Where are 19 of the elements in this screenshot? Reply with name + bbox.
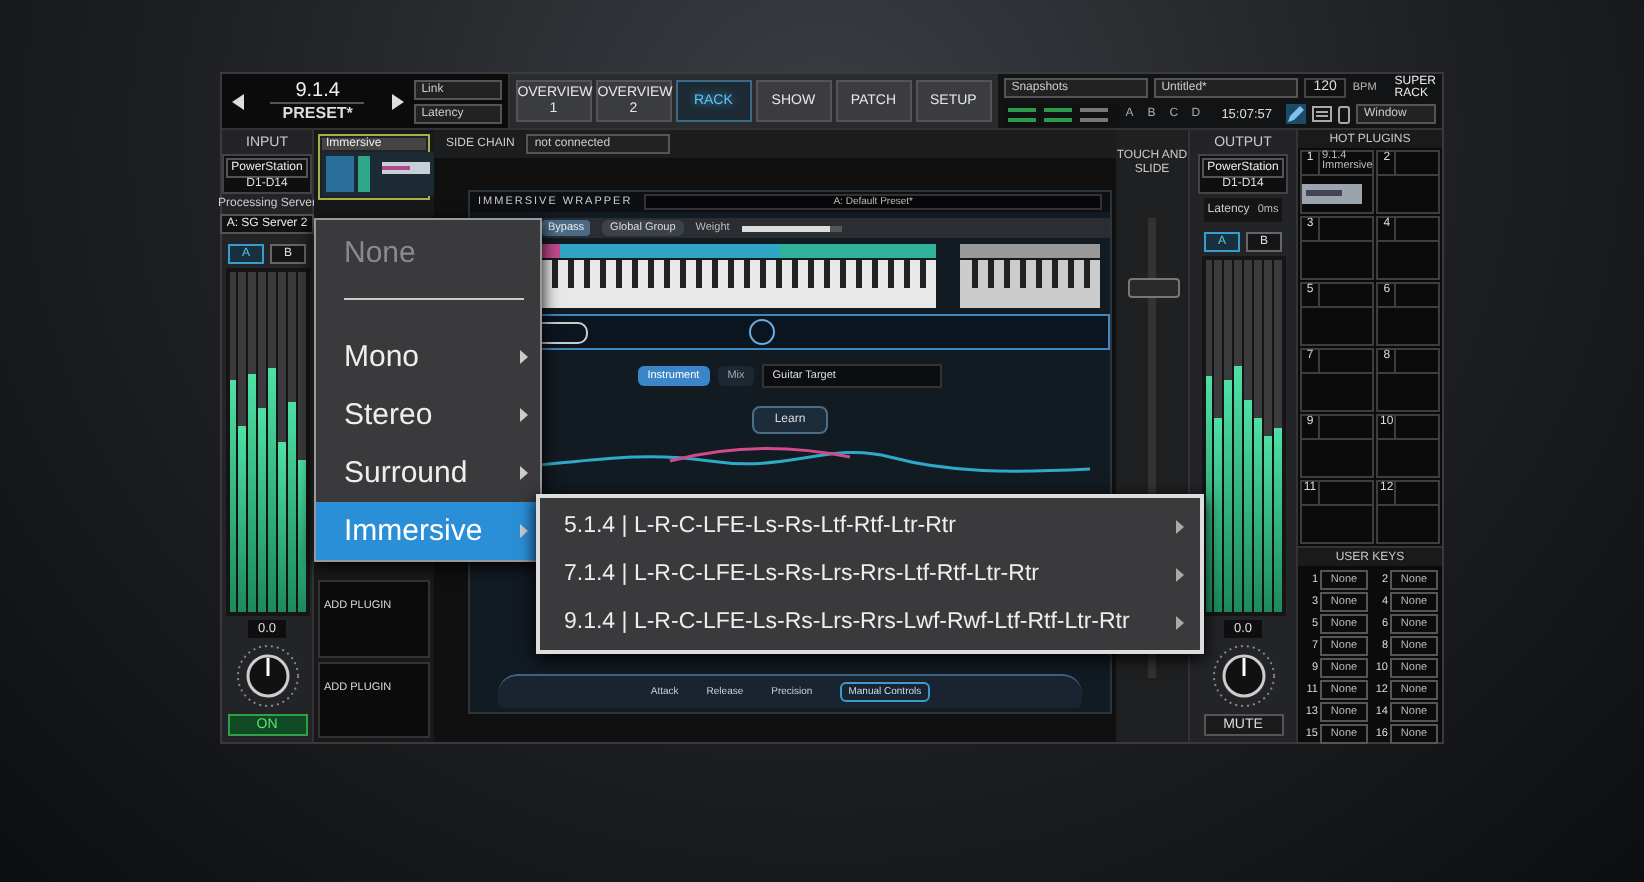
- menu-item[interactable]: Stereo: [316, 386, 540, 444]
- plugin-thumbnail-drawing: [322, 152, 434, 196]
- weight-slider[interactable]: [741, 225, 842, 231]
- keyboard-icon[interactable]: [1312, 106, 1332, 122]
- preset-number: 9.1.4: [295, 79, 340, 101]
- keyboard-drawing: [960, 244, 1100, 308]
- menu-item[interactable]: Surround: [316, 444, 540, 502]
- phone-icon[interactable]: [1338, 105, 1350, 123]
- preset-dropdown[interactable]: PRESET*: [270, 101, 365, 123]
- pencil-icon[interactable]: [1286, 104, 1306, 124]
- fader-handle[interactable]: [1128, 277, 1180, 297]
- menu-item[interactable]: Mono: [316, 328, 540, 386]
- ring-icon: [748, 318, 776, 346]
- menu-item[interactable]: 9.1.4 | L-R-C-LFE-Ls-Rs-Lrs-Rrs-Lwf-Rwf-Ltf-Rtf-Ltr-Rtr: [540, 598, 1200, 646]
- gain-knob[interactable]: [1209, 642, 1277, 710]
- plugin-thumbnail-drawing: [1302, 184, 1362, 204]
- menu-item[interactable]: 5.1.4 | L-R-C-LFE-Ls-Rs-Ltf-Rtf-Ltr-Rtr: [540, 502, 1200, 550]
- menu-item[interactable]: 7.1.4 | L-R-C-LFE-Ls-Rs-Lrs-Rrs-Ltf-Rtf-Ltr-Rtr: [540, 550, 1200, 598]
- gain-knob[interactable]: [233, 642, 301, 710]
